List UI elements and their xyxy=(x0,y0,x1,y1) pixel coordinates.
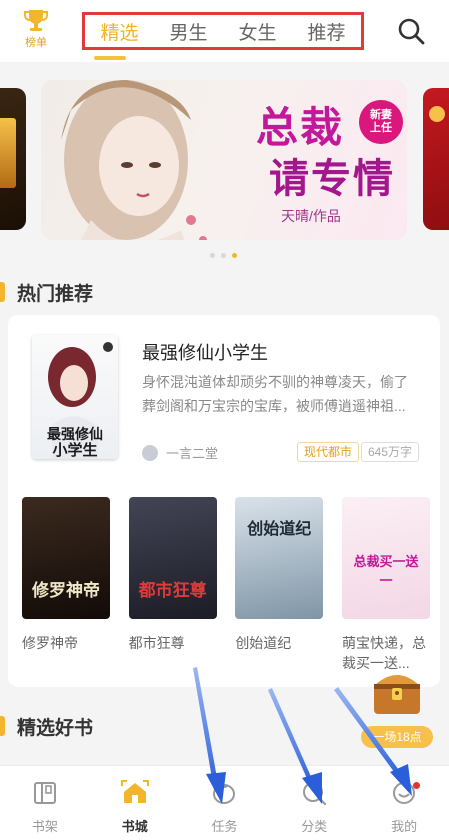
hot-recommend-card: 最强修仙 小学生 最强修仙小学生 身怀混沌道体却顽劣不驯的神尊凌天，偷了葬剑阁和… xyxy=(8,315,440,687)
cover-title: 都市狂尊 xyxy=(138,581,207,601)
bottom-nav: 书架 书城 任务 分类 我的 xyxy=(0,765,449,840)
nav-item-task[interactable]: 任务 xyxy=(180,766,270,840)
rank-button[interactable]: 榜单 xyxy=(16,8,56,54)
treasure-chest-icon[interactable] xyxy=(368,662,426,718)
banner-illustration xyxy=(61,80,207,240)
featured-cover-art: 最强修仙 小学生 xyxy=(47,342,113,459)
bookshelf-icon xyxy=(33,782,56,804)
hot-section-header: 热门推荐 xyxy=(0,277,93,307)
nav-item-category[interactable]: 分类 xyxy=(269,766,359,840)
featured-cover-subtitle: 小学生 xyxy=(52,441,97,459)
banner-slide[interactable]: 总裁 请专情 新妻 上任 天晴/作品 xyxy=(41,80,407,240)
active-tab-indicator xyxy=(94,56,126,60)
banner-next-peek[interactable] xyxy=(423,88,449,230)
nav-label: 书架 xyxy=(31,819,58,834)
picks-section-header: 精选好书 xyxy=(0,711,93,741)
tab-female[interactable]: 女生 xyxy=(238,18,276,45)
section-accent-bar xyxy=(0,716,5,736)
book-title: 都市狂尊 xyxy=(128,635,185,651)
book-item[interactable]: 创始道纪 创始道纪 xyxy=(235,497,324,673)
carousel-dot-active xyxy=(232,253,237,258)
book-cover: 总裁买一送一 xyxy=(341,497,430,619)
book-cover: 修罗神帝 xyxy=(22,497,110,619)
cover-title: 创始道纪 xyxy=(247,519,312,538)
banner-title-line2: 请专情 xyxy=(269,155,395,202)
book-title: 修罗神帝 xyxy=(22,635,78,651)
cover-title: 总裁买一送一 xyxy=(353,555,419,589)
category-icon xyxy=(303,782,327,806)
banner-badge: 新妻 上任 xyxy=(359,100,403,144)
nav-label: 任务 xyxy=(211,819,238,834)
banner-author: 天晴/作品 xyxy=(281,208,341,224)
tab-male[interactable]: 男生 xyxy=(169,18,207,45)
cover-title: 修罗神帝 xyxy=(32,581,100,601)
genre-tag: 现代都市 xyxy=(297,442,360,462)
featured-book-cover[interactable]: 最强修仙 小学生 xyxy=(32,335,118,459)
banner-prev-peek[interactable] xyxy=(0,88,26,230)
book-cover: 创始道纪 xyxy=(235,497,324,619)
featured-book-title[interactable]: 最强修仙小学生 xyxy=(142,339,268,365)
nav-item-profile[interactable]: 我的 xyxy=(359,766,449,840)
section-title: 热门推荐 xyxy=(17,283,94,305)
section-accent-bar xyxy=(0,282,5,302)
nav-item-bookshelf[interactable]: 书架 xyxy=(0,766,90,840)
featured-book-description: 身怀混沌道体却顽劣不驯的神尊凌天，偷了葬剑阁和万宝宗的宝库，被师傅逍遥神祖... xyxy=(142,374,408,414)
carousel-dot xyxy=(210,253,215,258)
notification-dot xyxy=(413,782,421,789)
book-cover: 都市狂尊 xyxy=(128,497,217,619)
search-icon[interactable] xyxy=(396,16,426,46)
task-icon xyxy=(213,784,236,804)
section-title: 精选好书 xyxy=(17,717,94,739)
author-avatar-icon xyxy=(142,444,158,461)
banner-carousel: 总裁 请专情 新妻 上任 天晴/作品 xyxy=(0,62,449,267)
carousel-indicator xyxy=(210,253,237,258)
author-name: 一言二堂 xyxy=(166,446,219,461)
book-item[interactable]: 总裁买一送一 萌宝快递，总裁买一送... xyxy=(341,497,430,673)
top-bar: 榜单 精选 男生 女生 推荐 xyxy=(0,0,449,62)
trophy-icon xyxy=(24,10,48,31)
tab-featured[interactable]: 精选 xyxy=(100,18,138,45)
tab-recommend[interactable]: 推荐 xyxy=(307,18,345,45)
word-count-tag: 645万字 xyxy=(361,442,420,462)
nav-label: 分类 xyxy=(301,819,328,834)
featured-book-author: 一言二堂 xyxy=(142,443,218,462)
treasure-timer-badge[interactable]: 一场18点 xyxy=(361,726,433,748)
nav-label: 我的 xyxy=(391,819,418,834)
nav-label: 书城 xyxy=(121,819,148,834)
carousel-dot xyxy=(221,253,226,258)
bookstore-icon xyxy=(120,780,149,803)
nav-item-bookstore[interactable]: 书城 xyxy=(90,766,180,840)
banner-badge-line1: 新妻 xyxy=(370,109,392,121)
channel-tabs: 精选 男生 女生 推荐 xyxy=(82,12,364,50)
book-item[interactable]: 修罗神帝 修罗神帝 xyxy=(22,497,110,673)
banner-badge-line2: 上任 xyxy=(370,122,392,134)
book-item[interactable]: 都市狂尊 都市狂尊 xyxy=(128,497,217,673)
book-title: 创始道纪 xyxy=(235,635,292,651)
rank-label: 榜单 xyxy=(25,37,47,49)
book-grid: 修罗神帝 修罗神帝 都市狂尊 都市狂尊 创始道纪 创始道纪 总裁买一送一 萌宝快… xyxy=(22,497,430,673)
